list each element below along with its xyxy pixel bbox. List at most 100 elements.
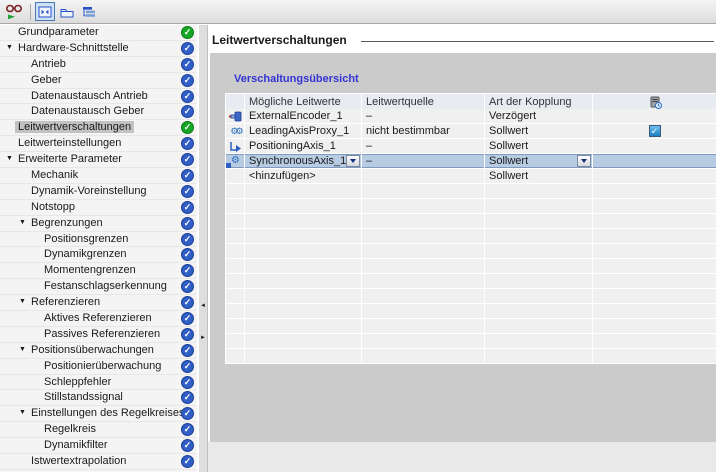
glasses-icon[interactable] [3,2,27,22]
sidebar-item-momentengrenzen[interactable]: Momentengrenzen✓ [0,263,197,279]
empty-cell [226,229,244,243]
sidebar-item-antrieb[interactable]: Antrieb✓ [0,57,197,73]
leitwert-name-cell[interactable]: <hinzufügen> [245,169,361,183]
positioning-axis-icon[interactable] [226,139,244,153]
sidebar-item-dynamikgrenzen[interactable]: Dynamikgrenzen✓ [0,247,197,263]
sidebar-item-label: Notstopp [31,201,75,213]
folder-view-button[interactable] [57,2,77,21]
sidebar-item-referenzieren[interactable]: ▼Referenzieren✓ [0,295,197,311]
sidebar-item-label: Hardware-Schnittstelle [18,42,129,54]
sidebar-item-einstellungen-des-regelkreises[interactable]: ▼Einstellungen des Regelkreises✓ [0,406,197,422]
leitwertquelle-value: – [366,155,372,167]
status-ok-blue-icon: ✓ [181,360,194,373]
sidebar-item-grundparameter[interactable]: Grundparameter✓ [0,25,197,41]
splitter[interactable]: ◄ ► [197,25,208,472]
kopplung-dropdown-button[interactable] [577,155,591,167]
sidebar-item-begrenzungen[interactable]: ▼Begrenzungen✓ [0,216,197,232]
sidebar-item-geber[interactable]: Geber✓ [0,73,197,89]
expander-icon[interactable]: ▼ [19,298,26,305]
leitwertquelle-cell[interactable] [362,169,484,183]
leitwert-name: <hinzufügen> [249,170,316,182]
status-cell[interactable] [593,109,716,123]
status-cell[interactable] [593,169,716,183]
empty-cell [245,244,361,258]
sidebar-item-dynamikfilter[interactable]: Dynamikfilter✓ [0,438,197,454]
sidebar-item-festanschlagserkennung[interactable]: Festanschlagserkennung✓ [0,279,197,295]
kopplung-cell[interactable]: Sollwert [485,154,592,168]
empty-cell [362,334,484,348]
empty-cell [226,274,244,288]
leitwertquelle-cell[interactable]: – [362,109,484,123]
row-drag-handle[interactable] [226,163,231,168]
sidebar-item-datenaustausch-geber[interactable]: Datenaustausch Geber✓ [0,104,197,120]
status-ok-green-icon: ✓ [181,121,194,134]
status-ok-blue-icon: ✓ [181,185,194,198]
sidebar-item-positionierüberwachung[interactable]: Positionierüberwachung✓ [0,359,197,375]
sidebar-item-notstopp[interactable]: Notstopp ✓ [0,200,197,216]
expander-icon[interactable]: ▼ [6,44,13,51]
expander-icon[interactable]: ▼ [6,155,13,162]
sidebar-item-erweiterte-parameter[interactable]: ▼Erweiterte Parameter✓ [0,152,197,168]
column-header: Mögliche Leitwerte [245,94,361,110]
empty-icon-cell[interactable] [226,169,244,183]
sidebar-item-label: Mechanik [31,169,78,181]
list-view-button[interactable] [79,2,99,21]
device-clock-icon [648,96,662,109]
sidebar-item-datenaustausch-antrieb[interactable]: Datenaustausch Antrieb✓ [0,89,197,105]
status-cell[interactable] [593,139,716,153]
leitwert-table: Mögliche LeitwerteLeitwertquelleArt der … [225,93,716,364]
kopplung-cell[interactable]: Sollwert [485,124,592,138]
sidebar-item-mechanik[interactable]: Mechanik ✓ [0,168,197,184]
empty-cell [226,289,244,303]
sidebar-item-label: Dynamik-Voreinstellung [31,185,147,197]
sidebar-item-dynamik-voreinstellung[interactable]: Dynamik-Voreinstellung ✓ [0,184,197,200]
sidebar-item-positionsüberwachungen[interactable]: ▼Positionsüberwachungen✓ [0,343,197,359]
sidebar-item-regelkreis[interactable]: Regelkreis✓ [0,422,197,438]
sidebar-item-label: Grundparameter [18,26,99,38]
collapse-right-icon[interactable]: ► [200,335,206,341]
empty-cell [485,229,592,243]
sidebar-item-stillstandssignal[interactable]: Stillstandssignal✓ [0,390,197,406]
name-dropdown-button[interactable] [346,155,360,167]
leitwert-name-cell[interactable]: PositioningAxis_1 [245,139,361,153]
config-tree: Grundparameter✓▼Hardware-Schnittstelle✓A… [0,25,197,472]
leitwertquelle-cell[interactable]: nicht bestimmbar [362,124,484,138]
empty-cell [362,274,484,288]
leitwertquelle-cell[interactable]: – [362,139,484,153]
expander-icon[interactable]: ▼ [19,346,26,353]
active-checkbox[interactable]: ✓ [649,125,661,137]
status-ok-blue-icon: ✓ [181,169,194,182]
leading-axis-proxy-icon[interactable]: ⚙⚙ [226,124,244,138]
kopplung-cell[interactable]: Sollwert [485,139,592,153]
status-cell[interactable] [593,154,716,168]
leitwert-name-cell[interactable]: LeadingAxisProxy_1 [245,124,361,138]
kopplung-cell[interactable]: Verzögert [485,109,592,123]
leitwert-name-cell[interactable]: SynchronousAxis_1 [245,154,361,168]
sidebar-item-label: Datenaustausch Geber [31,105,144,117]
kopplung-cell[interactable]: Sollwert [485,169,592,183]
status-ok-blue-icon: ✓ [181,201,194,214]
synchronous-axis-icon[interactable]: ⚙ [226,154,244,168]
collapse-left-icon[interactable]: ◄ [200,303,206,309]
expander-icon[interactable]: ▼ [19,409,26,416]
sidebar-item-schleppfehler[interactable]: Schleppfehler✓ [0,375,197,391]
sidebar-item-leitwertverschaltungen[interactable]: Leitwertverschaltungen✓ [0,120,197,136]
sidebar-item-passives-referenzieren[interactable]: Passives Referenzieren✓ [0,327,197,343]
leitwertquelle-cell[interactable]: – [362,154,484,168]
sidebar-item-aktives-referenzieren[interactable]: Aktives Referenzieren✓ [0,311,197,327]
split-view-button[interactable] [35,2,55,21]
leitwertquelle-value: – [366,110,372,122]
sidebar-item-leitwerteinstellungen[interactable]: Leitwerteinstellungen✓ [0,136,197,152]
external-encoder-icon[interactable] [226,109,244,123]
leitwert-name-cell[interactable]: ExternalEncoder_1 [245,109,361,123]
sidebar-item-istwertextrapolation[interactable]: Istwertextrapolation✓ [0,454,197,470]
leitwert-name: LeadingAxisProxy_1 [249,125,349,137]
sidebar-item-positionsgrenzen[interactable]: Positionsgrenzen✓ [0,232,197,248]
empty-cell [593,349,716,363]
sidebar-item-hardware-schnittstelle[interactable]: ▼Hardware-Schnittstelle✓ [0,41,197,57]
kopplung-value: Verzögert [489,110,536,122]
status-cell[interactable]: ✓ [593,124,716,138]
verschaltungsuebersicht-link[interactable]: Verschaltungsübersicht [234,73,359,85]
expander-icon[interactable]: ▼ [19,219,26,226]
status-ok-blue-icon: ✓ [181,455,194,468]
